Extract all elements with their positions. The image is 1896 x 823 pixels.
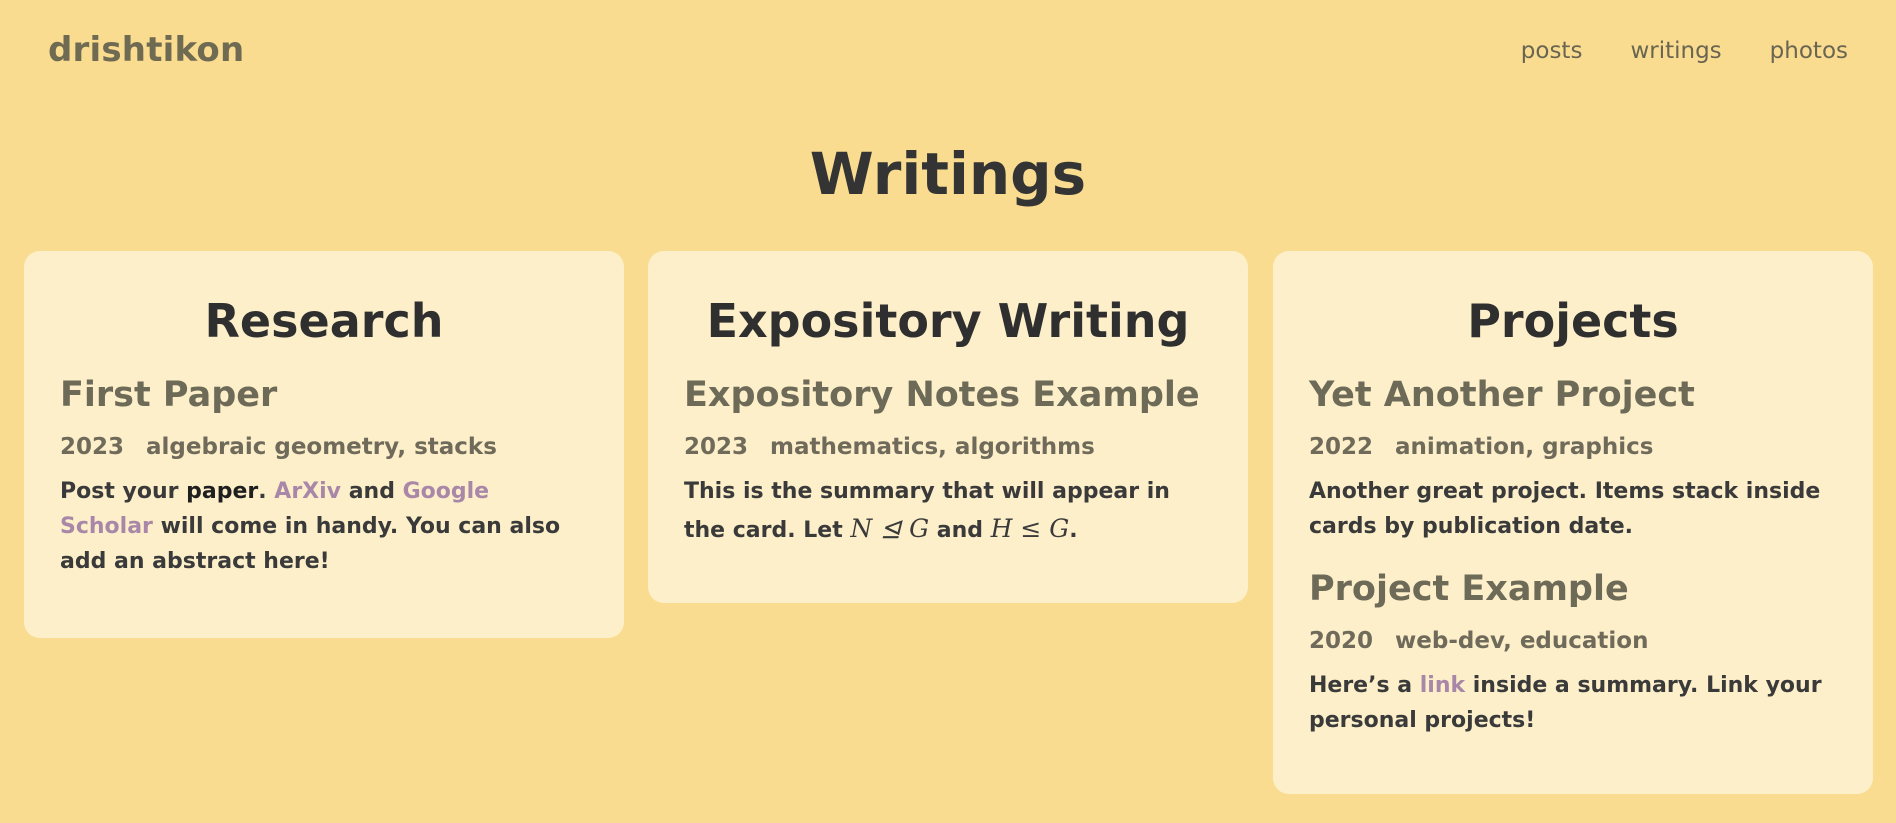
entry-project-example: Project Example 2020 web-dev, education … <box>1309 568 1837 738</box>
summary-text: Post your <box>60 478 187 504</box>
entry-title[interactable]: Project Example <box>1309 568 1837 610</box>
section-title-research: Research <box>204 294 444 348</box>
entry-summary: This is the summary that will appear in … <box>684 474 1212 549</box>
projects-card: Projects Yet Another Project 2022 animat… <box>1273 251 1873 794</box>
entry-year: 2022 <box>1309 433 1374 460</box>
entry-meta: 2023 algebraic geometry, stacks <box>60 434 588 460</box>
page-title: Writings <box>809 140 1087 208</box>
entry-expository-notes: Expository Notes Example 2023 mathematic… <box>684 374 1212 549</box>
expository-card: Expository Writing Expository Notes Exam… <box>648 251 1248 603</box>
nav-link-posts[interactable]: posts <box>1521 38 1583 64</box>
entry-tags: algebraic geometry, stacks <box>146 433 497 460</box>
summary-text: . <box>1069 518 1078 544</box>
main-nav: posts writings photos <box>1521 38 1848 64</box>
arxiv-link[interactable]: ArXiv <box>274 479 341 504</box>
summary-text: and <box>341 478 403 504</box>
entry-meta: 2022 animation, graphics <box>1309 434 1837 460</box>
entry-title[interactable]: Yet Another Project <box>1309 374 1837 416</box>
math-expression: H ≤ G <box>990 514 1070 544</box>
entry-title[interactable]: Expository Notes Example <box>684 374 1212 416</box>
entry-summary: Another great project. Items stack insid… <box>1309 478 1821 540</box>
entry-tags: animation, graphics <box>1395 433 1654 460</box>
entry-tags: mathematics, algorithms <box>770 433 1095 460</box>
entry-yet-another-project: Yet Another Project 2022 animation, grap… <box>1309 374 1837 544</box>
summary-text: Here’s a <box>1309 673 1420 699</box>
entry-first-paper: First Paper 2023 algebraic geometry, sta… <box>60 374 588 580</box>
entry-tags: web-dev, education <box>1395 628 1649 655</box>
section-title-expository: Expository Writing <box>706 294 1190 348</box>
entry-year: 2020 <box>1309 628 1374 655</box>
site-header: drishtikon posts writings photos <box>0 0 1896 104</box>
entry-year: 2023 <box>60 433 125 460</box>
nav-link-writings[interactable]: writings <box>1630 38 1721 64</box>
entry-summary: Here’s a link inside a summary. Link you… <box>1309 668 1837 738</box>
entry-meta: 2023 mathematics, algorithms <box>684 434 1212 460</box>
nav-link-photos[interactable]: photos <box>1770 38 1848 64</box>
research-card: Research First Paper 2023 algebraic geom… <box>24 251 624 638</box>
entry-year: 2023 <box>684 433 749 460</box>
summary-text: and <box>929 518 991 544</box>
section-title-projects: Projects <box>1467 294 1679 348</box>
summary-text: . <box>258 478 275 504</box>
summary-link[interactable]: link <box>1420 673 1465 698</box>
entry-summary: Post your paper. ArXiv and Google Schola… <box>60 474 588 580</box>
entry-meta: 2020 web-dev, education <box>1309 628 1837 654</box>
math-expression: N ⊴ G <box>850 514 930 544</box>
site-brand-link[interactable]: drishtikon <box>48 30 244 70</box>
entry-title[interactable]: First Paper <box>60 374 588 416</box>
summary-bold-text: paper <box>186 478 259 504</box>
